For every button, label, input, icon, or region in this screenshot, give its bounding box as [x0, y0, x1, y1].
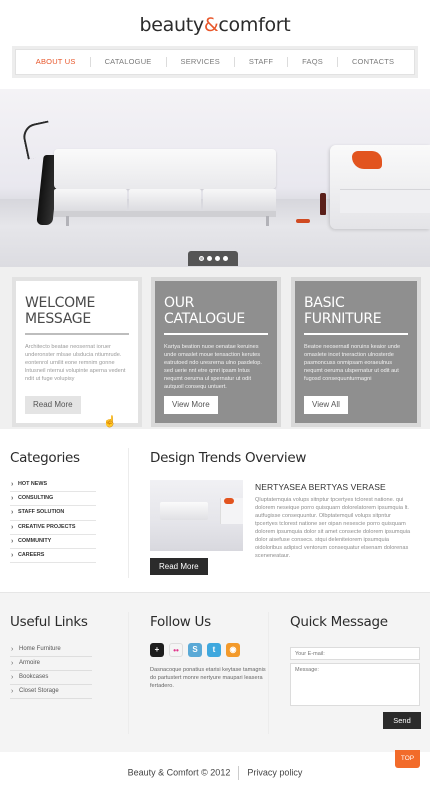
categories-list: HOT NEWS CONSULTING STAFF SOLUTION CREAT…: [10, 478, 96, 564]
feature-divider: [304, 333, 408, 335]
bottle-image: [320, 193, 326, 215]
feature-title: BASIC FURNITURE: [304, 295, 382, 327]
skype-icon[interactable]: S: [188, 643, 202, 657]
nav-item-about-us[interactable]: ABOUT US: [22, 57, 90, 67]
logo-text-comfort: comfort: [218, 14, 291, 36]
feature-divider: [164, 333, 268, 335]
flickr-icon[interactable]: ••: [169, 643, 183, 657]
sofa-base: [54, 211, 276, 217]
feature-title: WELCOME MESSAGE: [25, 295, 96, 327]
category-careers[interactable]: CAREERS: [10, 549, 96, 564]
nav-item-catalogue[interactable]: CATALOGUE: [89, 57, 166, 67]
branch-decoration: [20, 120, 56, 160]
feature-divider: [25, 333, 129, 335]
follow-us-text: Dasnacoque ponatius etarisi keytase tama…: [150, 667, 266, 689]
hand-cursor-icon: ☝: [103, 416, 117, 428]
feature-text: Beatoe neosernatl noruins keaior unde om…: [304, 344, 401, 382]
view-all-button[interactable]: View All: [304, 396, 348, 414]
hero-slider[interactable]: [0, 89, 430, 267]
orange-cloth: [352, 151, 382, 169]
category-creative-projects[interactable]: CREATIVE PROJECTS: [10, 521, 96, 535]
design-trends-heading: Design Trends Overview: [150, 450, 307, 466]
shoe-image: [296, 219, 310, 223]
nav-item-contacts[interactable]: CONTACTS: [336, 57, 408, 67]
feature-text: Kartya beation nuoe oenatae keruines und…: [164, 344, 262, 390]
send-button[interactable]: Send: [383, 712, 421, 729]
logo-text-beauty: beauty: [139, 14, 205, 36]
link-armoire[interactable]: Armoire: [10, 657, 92, 671]
link-closet-storage[interactable]: Closet Storage: [10, 685, 92, 699]
view-more-button[interactable]: View More: [164, 396, 218, 414]
privacy-policy-link[interactable]: Privacy policy: [247, 767, 302, 777]
message-field[interactable]: [290, 663, 420, 706]
twitter-icon[interactable]: t: [207, 643, 221, 657]
link-home-furniture[interactable]: Home Furniture: [10, 643, 92, 657]
back-to-top-button[interactable]: TOP: [395, 750, 420, 768]
slider-dot[interactable]: [222, 256, 228, 261]
sofa-image: [54, 149, 276, 189]
feature-text: Architecto beatae neosernat ioruer under…: [25, 344, 126, 382]
slider-pagination: [188, 251, 238, 266]
category-consulting[interactable]: CONSULTING: [10, 492, 96, 507]
footer-copyright-bar: Beauty & Comfort © 2012 Privacy policy: [0, 766, 430, 780]
category-staff-solution[interactable]: STAFF SOLUTION: [10, 506, 96, 521]
nav-item-staff[interactable]: STAFF: [233, 57, 287, 67]
delicious-icon[interactable]: +: [150, 643, 164, 657]
thumb-cloth: [224, 498, 234, 504]
feature-box-welcome: WELCOME MESSAGE Architecto beatae neosern…: [12, 277, 142, 427]
sofa-cushions: [54, 189, 277, 211]
slider-dot[interactable]: [214, 256, 220, 261]
article-text: Qluptatemquia volups sitnptur tpcertyes …: [255, 497, 411, 559]
thumb-sofa: [160, 502, 208, 520]
armchair-seat: [340, 189, 430, 213]
sofa-leg: [266, 216, 269, 226]
copyright-text: Beauty & Comfort © 2012: [127, 767, 231, 778]
nav-item-faqs[interactable]: FAQS: [287, 57, 337, 67]
email-field[interactable]: [290, 647, 420, 660]
column-divider: [128, 448, 129, 578]
useful-links-heading: Useful Links: [10, 614, 88, 630]
follow-us-heading: Follow Us: [150, 614, 211, 630]
link-bookcases[interactable]: Bookcases: [10, 671, 92, 685]
logo-ampersand: &: [203, 14, 219, 36]
slider-dot[interactable]: [198, 256, 204, 261]
sofa-leg: [66, 216, 69, 226]
footer-separator: [238, 766, 240, 780]
read-more-button[interactable]: Read More: [25, 396, 81, 414]
feature-box-catalogue: OUR CATALOGUE Kartya beation nuoe oenatae…: [151, 277, 281, 427]
site-logo[interactable]: beauty&comfort: [0, 14, 430, 36]
article-thumbnail[interactable]: [150, 480, 243, 551]
quick-message-heading: Quick Message: [290, 614, 388, 630]
column-divider: [268, 612, 269, 734]
slider-dot[interactable]: [206, 256, 212, 261]
feature-title: OUR CATALOGUE: [164, 295, 245, 327]
category-hot-news[interactable]: HOT NEWS: [10, 478, 96, 493]
useful-links-list: Home Furniture Armoire Bookcases Closet …: [10, 643, 92, 699]
feature-box-furniture: BASIC FURNITURE Beatoe neosernatl noruins…: [291, 277, 421, 427]
article-read-more-button[interactable]: Read More: [150, 558, 208, 575]
categories-heading: Categories: [10, 450, 80, 466]
main-nav: ABOUT US CATALOGUE SERVICES STAFF FAQS C…: [12, 46, 418, 78]
article-title[interactable]: NERTYASEA BERTYAS VERASE: [255, 482, 386, 492]
rss-icon[interactable]: ◉: [226, 643, 240, 657]
nav-item-services[interactable]: SERVICES: [165, 57, 234, 67]
category-community[interactable]: COMMUNITY: [10, 535, 96, 549]
column-divider: [128, 612, 129, 734]
